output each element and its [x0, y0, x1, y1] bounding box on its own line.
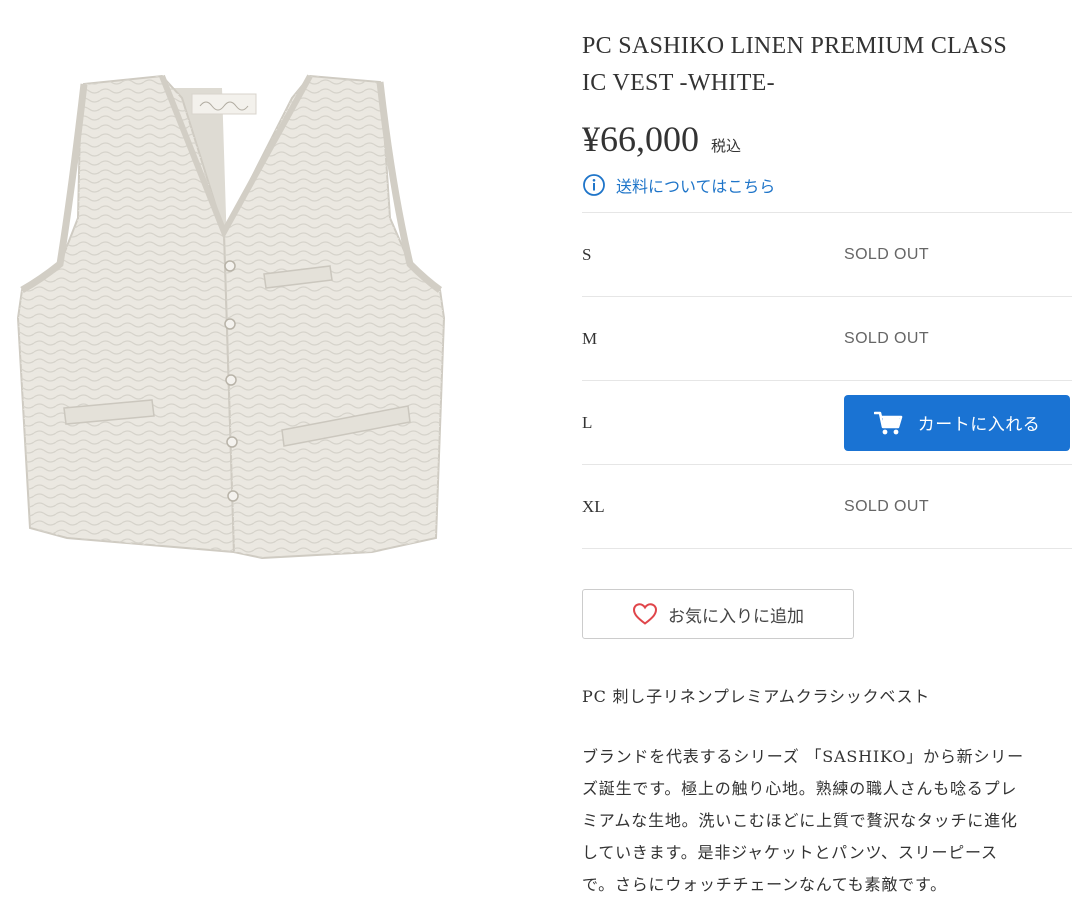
description-line: していきます。是非ジャケットとパンツ、スリーピース: [582, 843, 998, 862]
favorite-label: お気に入りに追加: [668, 606, 804, 627]
description-line: ブランドを代表するシリーズ 「SASHIKO」から新シリー: [582, 747, 1024, 766]
variant-size: XL: [582, 496, 605, 516]
variant-row-m: M SOLD OUT: [582, 297, 1072, 381]
price-row: ¥66,000 税込: [582, 118, 1072, 160]
sold-out-label: SOLD OUT: [844, 497, 929, 515]
info-icon: [583, 174, 605, 196]
heart-outline-icon: [632, 603, 658, 625]
product-title-line1: PC SASHIKO LINEN PREMIUM CLASS: [582, 33, 1008, 59]
tax-label: 税込: [711, 137, 742, 155]
variant-size: M: [582, 328, 598, 348]
add-to-favorites-button[interactable]: お気に入りに追加: [582, 589, 854, 639]
product-description: ブランドを代表するシリーズ 「SASHIKO」から新シリー ズ誕生です。極上の触…: [582, 741, 1068, 901]
description-line: で。さらにウォッチチェーンなんても素敵です。: [582, 875, 947, 894]
sold-out-label: SOLD OUT: [844, 329, 929, 347]
product-price: ¥66,000: [582, 119, 699, 159]
variant-row-s: S SOLD OUT: [582, 213, 1072, 297]
description-line: ズ誕生です。極上の触り心地。熟練の職人さんも唸るプレ: [582, 779, 1018, 798]
product-subtitle: PC 刺し子リネンプレミアムクラシックベスト: [582, 687, 931, 706]
shipping-link-text[interactable]: 送料についてはこちら: [616, 173, 775, 197]
add-to-cart-button[interactable]: カートに入れる: [844, 394, 1070, 451]
variant-table: S SOLD OUT M SOLD OUT L カートに入れる XL SOLD …: [582, 212, 1072, 549]
product-title: PC SASHIKO LINEN PREMIUM CLASS IC VEST -…: [582, 28, 1072, 102]
product-image[interactable]: [12, 68, 452, 568]
sold-out-label: SOLD OUT: [844, 245, 929, 263]
cart-icon: [873, 411, 903, 434]
add-to-cart-label: カートに入れる: [917, 415, 1041, 435]
product-title-line2: IC VEST -WHITE-: [582, 70, 775, 96]
product-details: PC SASHIKO LINEN PREMIUM CLASS IC VEST -…: [582, 28, 1072, 901]
variant-size: L: [582, 412, 593, 432]
variant-row-xl: XL SOLD OUT: [582, 465, 1072, 549]
description-line: ミアムな生地。洗いこむほどに上質で贅沢なタッチに進化: [582, 811, 1018, 830]
shipping-info-link[interactable]: 送料についてはこちら: [582, 172, 1072, 198]
vest-image: [16, 74, 446, 560]
variant-size: S: [582, 244, 592, 264]
variant-row-l: L カートに入れる: [582, 381, 1072, 465]
